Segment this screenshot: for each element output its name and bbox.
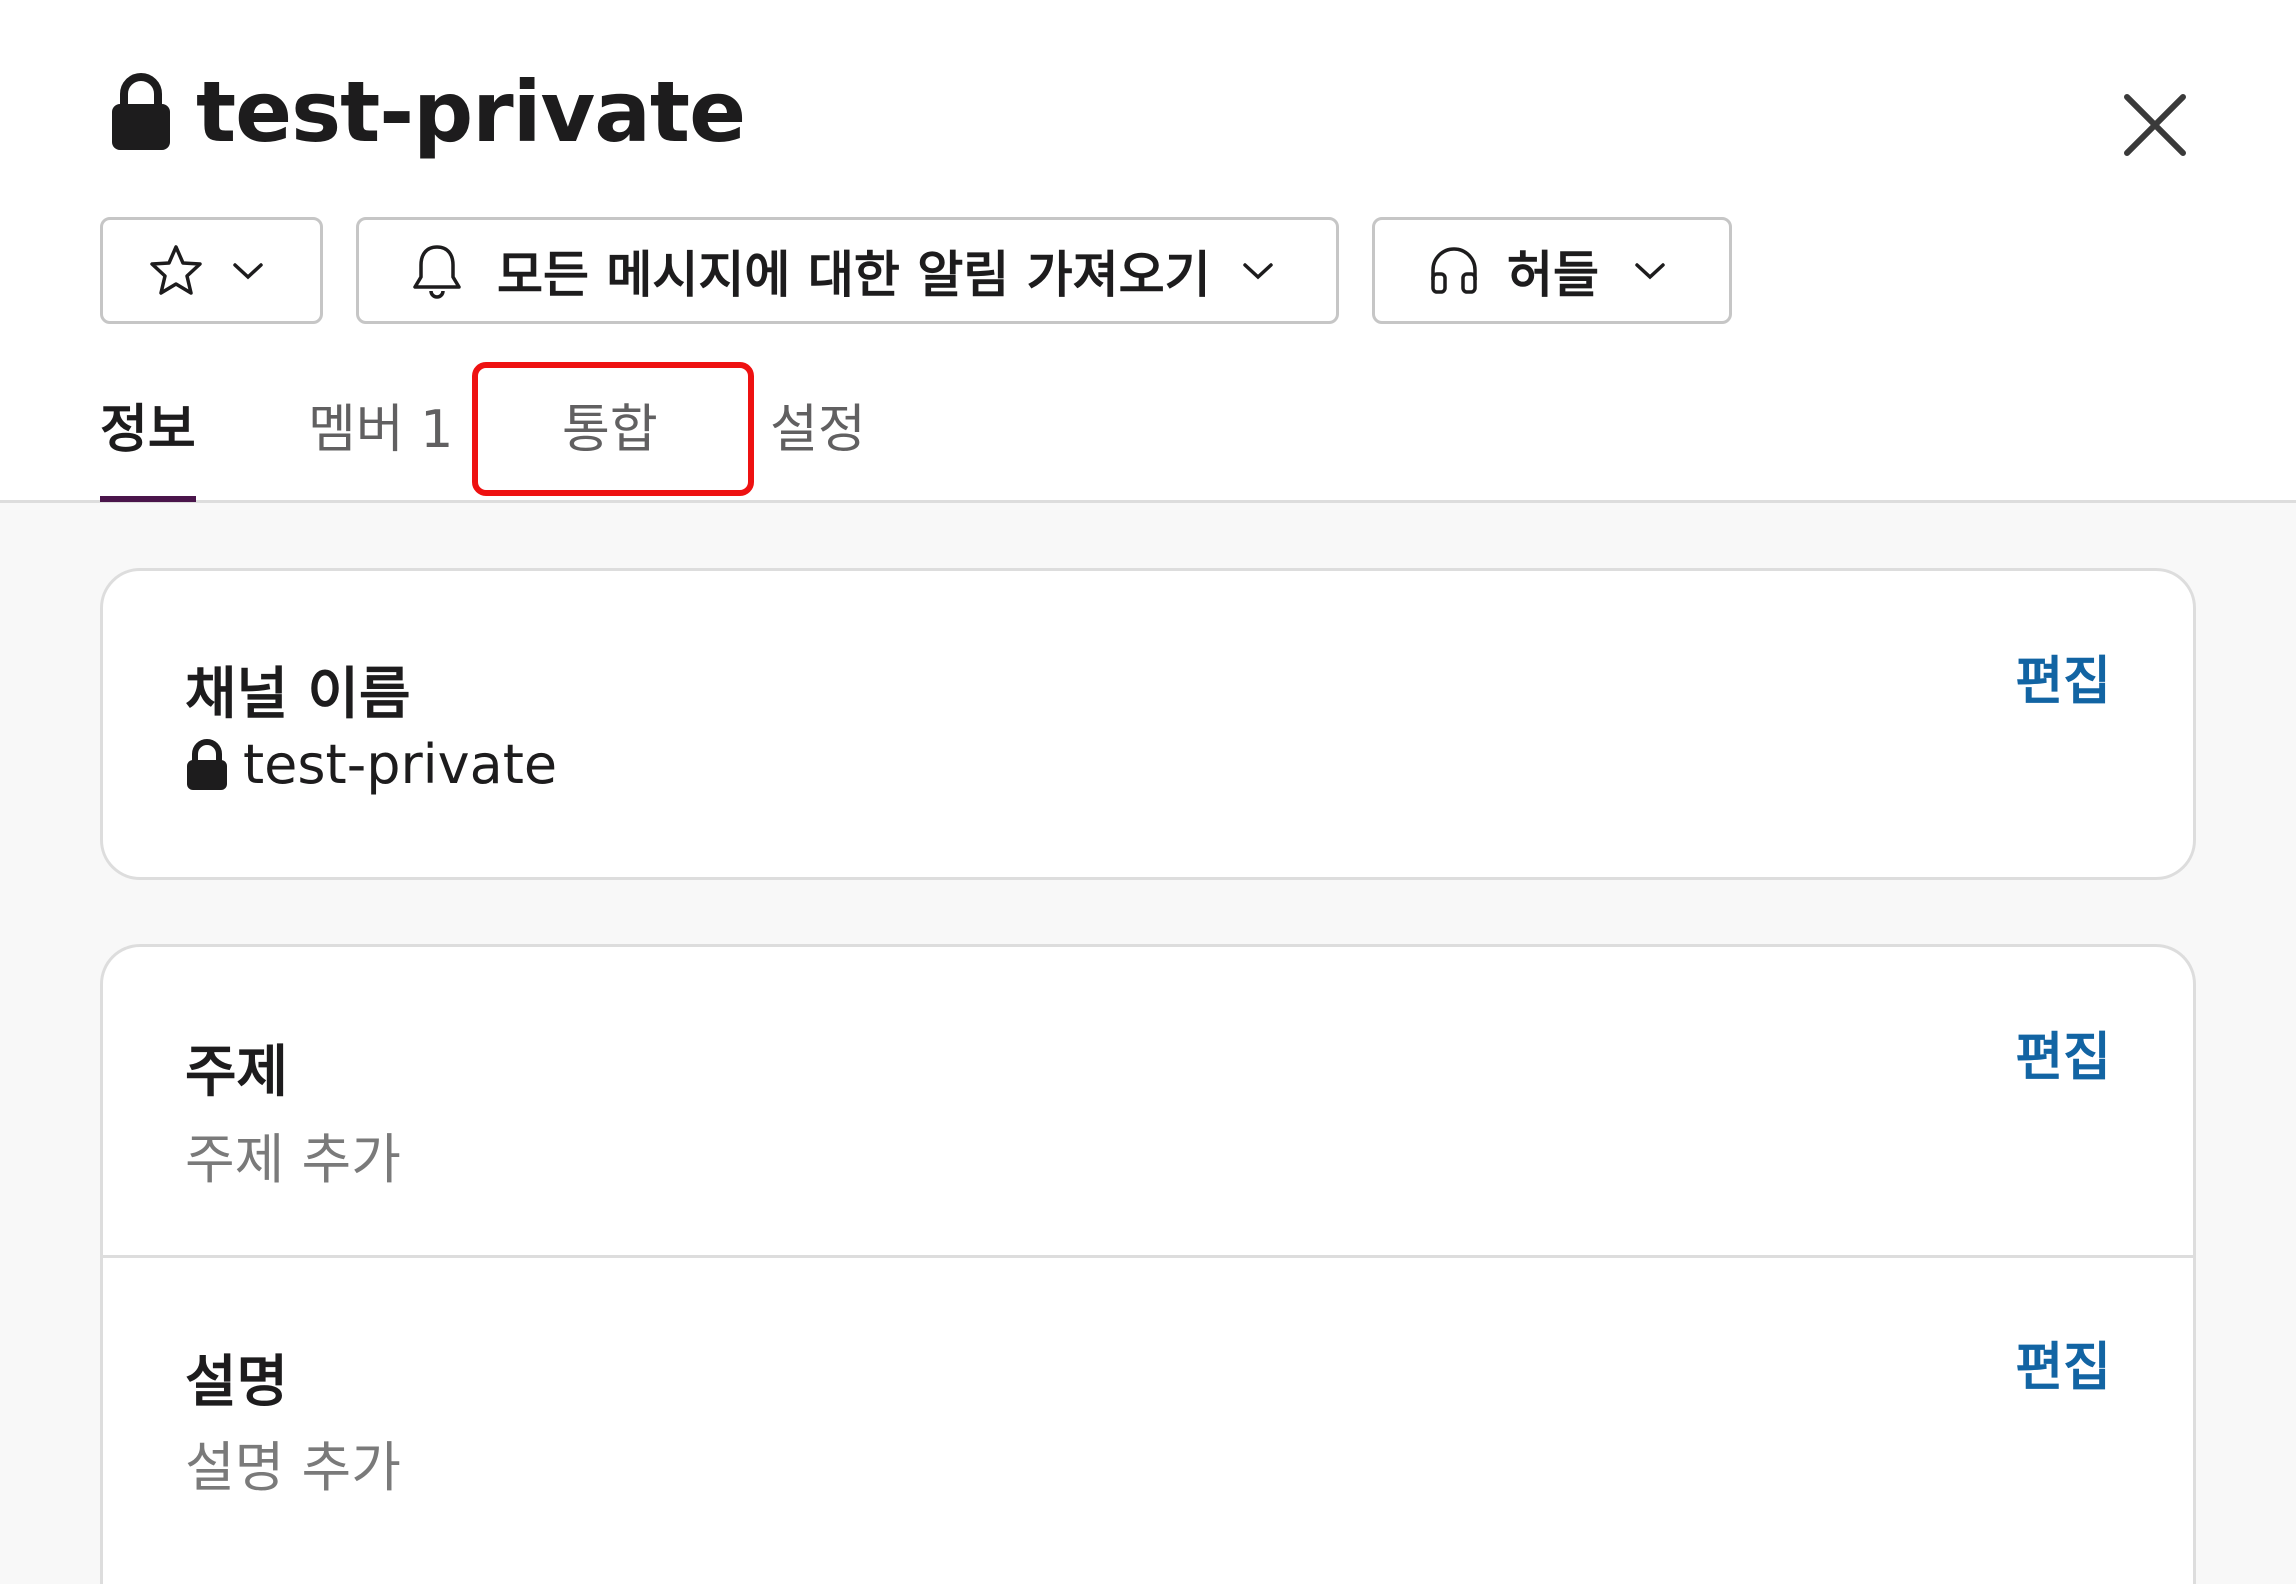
edit-topic-button[interactable]: 편집 (2015, 1015, 2111, 1090)
description-label: 설명 (185, 1350, 289, 1415)
channel-tabs: 정보 멤버 1 통합 설정 (0, 380, 2296, 500)
chevron-down-icon (1635, 262, 1665, 279)
tab-integrations[interactable]: 통합 (562, 380, 658, 500)
headphones-icon (1431, 246, 1477, 294)
notification-settings-button[interactable]: 모든 메시지에 대한 알림 가져오기 (356, 217, 1339, 324)
star-channel-button[interactable] (100, 217, 323, 324)
bell-icon (413, 244, 461, 299)
channel-topic-description-card: 주제 편집 주제 추가 설명 편집 설명 추가 (100, 944, 2196, 1584)
topic-label: 주제 (185, 1040, 289, 1105)
edit-description-button[interactable]: 편집 (2015, 1325, 2111, 1400)
channel-title-row: test-private (110, 62, 746, 162)
channel-name-value: test-private (185, 733, 557, 796)
chevron-down-icon (233, 262, 263, 279)
chevron-down-icon (1242, 262, 1273, 279)
channel-name-text: test-private (243, 733, 558, 796)
huddle-button[interactable]: 허들 (1372, 217, 1732, 324)
tab-about[interactable]: 정보 (100, 380, 196, 500)
active-tab-indicator (100, 496, 196, 502)
huddle-label: 허들 (1507, 245, 1599, 304)
tab-settings[interactable]: 설정 (770, 380, 866, 500)
lock-icon (112, 73, 170, 150)
lock-icon (187, 738, 227, 790)
section-divider (103, 1255, 2193, 1258)
tab-members[interactable]: 멤버 1 (308, 380, 453, 500)
channel-details-header: test-private 모든 메시지에 대한 알림 가져오기 허들 정보 멤버… (0, 0, 2296, 503)
channel-title: test-private (196, 63, 746, 161)
description-value: 설명 추가 (185, 1436, 401, 1499)
channel-name-card: 채널 이름 편집 test-private (100, 568, 2196, 880)
close-icon[interactable] (2115, 85, 2195, 165)
topic-value: 주제 추가 (185, 1128, 401, 1191)
star-outline-icon (150, 244, 202, 295)
notification-settings-label: 모든 메시지에 대한 알림 가져오기 (497, 245, 1211, 304)
channel-name-label: 채널 이름 (185, 662, 411, 727)
edit-channel-name-button[interactable]: 편집 (2015, 639, 2111, 714)
